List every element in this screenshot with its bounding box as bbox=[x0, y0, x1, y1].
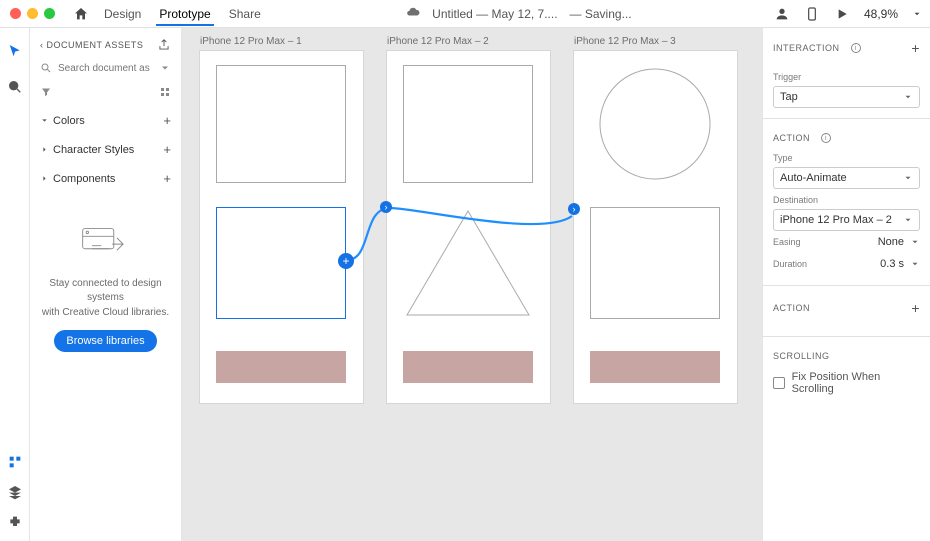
section-components[interactable]: Components + bbox=[40, 164, 171, 193]
close-dot[interactable] bbox=[10, 8, 21, 19]
rect-shape[interactable] bbox=[403, 65, 533, 183]
zoom-tool-icon[interactable] bbox=[6, 78, 24, 96]
add-color-icon[interactable]: + bbox=[163, 113, 171, 128]
user-icon[interactable] bbox=[774, 6, 790, 22]
destination-select[interactable]: iPhone 12 Pro Max – 2 bbox=[773, 209, 920, 231]
zoom-level[interactable]: 48,9% bbox=[864, 7, 898, 21]
zoom-chevron-icon[interactable] bbox=[912, 6, 922, 22]
chevron-down-icon bbox=[903, 215, 913, 225]
destination-label: Destination bbox=[773, 195, 920, 205]
tab-prototype[interactable]: Prototype bbox=[156, 2, 213, 26]
browse-libraries-button[interactable]: Browse libraries bbox=[54, 330, 156, 352]
home-icon[interactable] bbox=[73, 6, 89, 22]
libraries-icon[interactable] bbox=[6, 453, 24, 471]
maximize-dot[interactable] bbox=[44, 8, 55, 19]
artboard-1[interactable] bbox=[200, 51, 363, 403]
circle-shape[interactable] bbox=[590, 65, 720, 183]
rect-shape[interactable] bbox=[590, 207, 720, 319]
action-heading-secondary: ACTION bbox=[773, 303, 810, 313]
search-chevron-icon[interactable] bbox=[159, 62, 171, 74]
wire-add-node-icon[interactable]: + bbox=[338, 253, 354, 269]
fix-position-checkbox[interactable] bbox=[773, 377, 785, 389]
panel-title: DOCUMENT ASSETS bbox=[47, 40, 144, 50]
chevron-down-icon bbox=[40, 116, 49, 125]
selected-rect-shape[interactable] bbox=[216, 207, 346, 319]
device-preview-icon[interactable] bbox=[804, 6, 820, 22]
pink-bar[interactable] bbox=[216, 351, 346, 383]
fix-position-label: Fix Position When Scrolling bbox=[792, 371, 920, 395]
section-character-styles[interactable]: Character Styles + bbox=[40, 135, 171, 164]
play-icon[interactable] bbox=[834, 6, 850, 22]
document-title[interactable]: Untitled — May 12, 7.... bbox=[432, 7, 557, 21]
info-icon[interactable]: i bbox=[821, 133, 831, 143]
pink-bar[interactable] bbox=[403, 351, 533, 383]
rect-shape[interactable] bbox=[216, 65, 346, 183]
cloud-icon bbox=[406, 5, 420, 22]
action-type-select[interactable]: Auto-Animate bbox=[773, 167, 920, 189]
add-action-icon[interactable]: + bbox=[911, 300, 920, 316]
window-controls[interactable] bbox=[10, 8, 55, 19]
easing-value[interactable]: None bbox=[878, 236, 904, 248]
search-assets-input[interactable] bbox=[58, 63, 153, 74]
artboard-3[interactable] bbox=[574, 51, 737, 403]
share-assets-icon[interactable] bbox=[157, 38, 171, 52]
duration-label: Duration bbox=[773, 259, 807, 269]
chevron-down-icon[interactable] bbox=[910, 259, 920, 269]
plugins-icon[interactable] bbox=[6, 513, 24, 531]
chevron-right-icon bbox=[40, 174, 49, 183]
libraries-illustration-icon bbox=[78, 221, 134, 261]
tab-design[interactable]: Design bbox=[101, 2, 144, 26]
add-component-icon[interactable]: + bbox=[163, 171, 171, 186]
panel-back-button[interactable]: ‹ DOCUMENT ASSETS bbox=[40, 40, 143, 50]
save-status: — Saving... bbox=[570, 7, 632, 21]
pink-bar[interactable] bbox=[590, 351, 720, 383]
add-interaction-icon[interactable]: + bbox=[911, 40, 920, 56]
easing-label: Easing bbox=[773, 237, 801, 247]
type-label: Type bbox=[773, 153, 920, 163]
chevron-down-icon bbox=[903, 173, 913, 183]
artboard-label[interactable]: iPhone 12 Pro Max – 3 bbox=[574, 36, 737, 47]
info-icon[interactable]: i bbox=[851, 43, 861, 53]
duration-value[interactable]: 0.3 s bbox=[880, 258, 904, 270]
select-tool-icon[interactable] bbox=[6, 42, 24, 60]
artboard-label[interactable]: iPhone 12 Pro Max – 1 bbox=[200, 36, 363, 47]
chevron-down-icon bbox=[903, 92, 913, 102]
artboard-label[interactable]: iPhone 12 Pro Max – 2 bbox=[387, 36, 550, 47]
wire-end-node-icon[interactable]: › bbox=[568, 203, 580, 215]
artboard-2[interactable] bbox=[387, 51, 550, 403]
trigger-label: Trigger bbox=[773, 72, 920, 82]
filter-icon[interactable] bbox=[40, 86, 52, 98]
libraries-empty-line1: Stay connected to design systems bbox=[40, 277, 171, 306]
minimize-dot[interactable] bbox=[27, 8, 38, 19]
interaction-heading: INTERACTION bbox=[773, 43, 840, 53]
tab-share[interactable]: Share bbox=[226, 2, 264, 26]
trigger-select[interactable]: Tap bbox=[773, 86, 920, 108]
wire-start-node-icon[interactable]: › bbox=[380, 201, 392, 213]
chevron-right-icon bbox=[40, 145, 49, 154]
section-colors[interactable]: Colors + bbox=[40, 106, 171, 135]
chevron-down-icon[interactable] bbox=[910, 237, 920, 247]
scrolling-heading: SCROLLING bbox=[773, 351, 830, 361]
search-icon bbox=[40, 62, 52, 74]
layers-icon[interactable] bbox=[6, 483, 24, 501]
grid-view-icon[interactable] bbox=[159, 86, 171, 98]
canvas[interactable]: iPhone 12 Pro Max – 1 iPhone 12 Pro Max … bbox=[182, 28, 762, 541]
triangle-shape[interactable] bbox=[403, 207, 533, 319]
libraries-empty-line2: with Creative Cloud libraries. bbox=[40, 306, 171, 321]
add-charstyle-icon[interactable]: + bbox=[163, 142, 171, 157]
action-heading: ACTION bbox=[773, 133, 810, 143]
